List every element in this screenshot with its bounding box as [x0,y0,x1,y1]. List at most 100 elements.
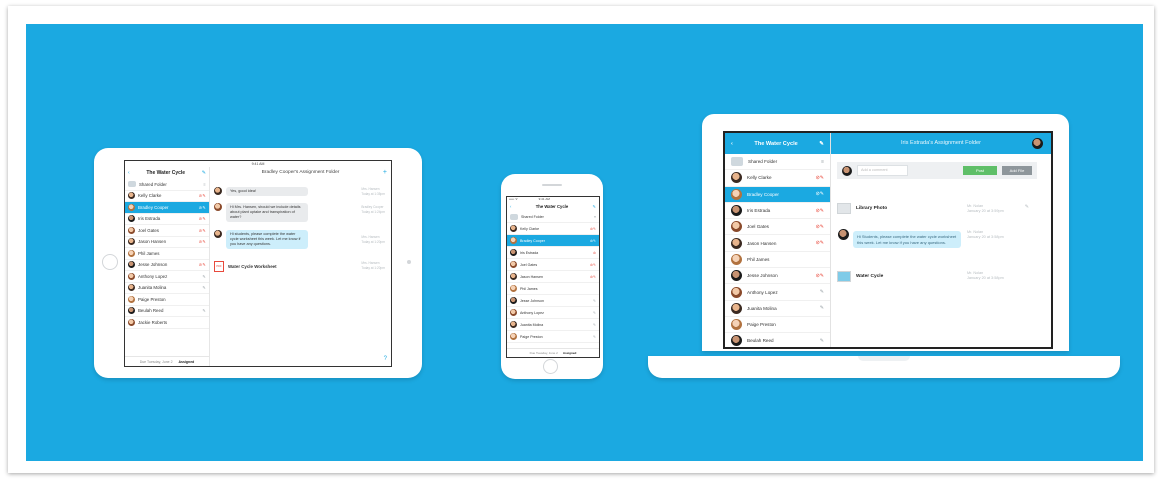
status-icons: ⊘✎ [815,272,824,279]
signal-icon: ••••• ᯤ [509,197,518,201]
avatar [510,249,517,256]
student-list-item[interactable]: Anthony Lopez ✎ [725,284,830,301]
avatar [731,335,742,347]
avatar [128,203,135,211]
avatar [510,237,517,244]
shared-folder-item[interactable]: Shared Folder ≡ [725,154,830,171]
avatar [510,333,517,340]
student-list-item[interactable]: Jason Hansen ⊘✎ [725,235,830,252]
student-list-item[interactable]: Iris Estrada ⊘✎ [725,203,830,220]
help-icon[interactable]: ? [384,356,387,362]
shared-folder-item[interactable]: Shared Folder ≡ [507,211,599,223]
add-file-button[interactable]: Add File [1002,166,1032,175]
student-list-item[interactable]: Paige Preston [125,294,209,306]
student-list-item[interactable]: Joel Gates ⊘✎ [507,259,599,271]
ipad-folder-heading: Bradley Cooper's Assignment Folder + [210,167,391,179]
student-list-item[interactable]: Juanita Molina ✎ [725,301,830,317]
library-photo-item[interactable]: Library Photo [837,203,887,214]
status-icons: ⊘✎ [815,207,824,214]
comment-input[interactable]: Add a comment [857,165,908,176]
student-list-item[interactable]: Anthony Lopez ✎ [507,307,599,319]
student-list-item[interactable]: Joel Gates ⊘✎ [125,225,209,237]
water-cycle-meta: Mr. Nolan January 20 at 3:58pm [967,271,1004,280]
student-list-item[interactable]: Jesse Johnson ⊘✎ [125,260,209,271]
student-list-item[interactable]: Juanita Molina ✎ [125,283,209,294]
message-bubble: Hi Students, please complete the water c… [853,231,961,249]
student-list-item[interactable]: Jason Hansen ⊘✎ [507,271,599,283]
avatar [510,285,517,292]
student-list-item[interactable]: Jackie Roberts [125,317,209,329]
pdf-icon: PDF [214,261,224,272]
avatar [731,270,742,282]
pencil-icon[interactable]: ✎ [202,170,206,176]
iphone-list-header: ‹ The Water Cycle ✎ [507,202,599,211]
laptop-list-header: ‹ The Water Cycle ✎ [725,133,830,154]
pencil-icon[interactable]: ✎ [819,141,824,147]
avatar [731,221,742,233]
student-list-item[interactable]: Joel Gates ⊘✎ [725,219,830,236]
avatar [214,203,222,211]
back-icon[interactable]: ‹ [510,204,511,209]
ipad-assignment-folder: Bradley Cooper's Assignment Folder + Yes… [210,167,391,366]
student-list-item[interactable]: Anthony Lopez ✎ [125,271,209,283]
student-list-item[interactable]: Phil James [125,248,209,260]
student-name: Joel Gates [520,262,538,267]
status-icons: ⊘✎ [589,238,596,243]
student-list-item[interactable]: Jason Hansen ⊘✎ [125,237,209,248]
ipad-camera [407,260,411,264]
avatar [731,188,742,200]
avatar [842,165,852,176]
student-list-item[interactable]: Kelly Clarke ⊘✎ [507,223,599,235]
student-list-item[interactable]: Kelly Clarke ⊘✎ [725,170,830,187]
student-name: Shared Folder [748,159,778,165]
post-button[interactable]: Post [963,166,997,175]
student-name: Anthony Lopez [138,273,168,279]
student-list-item[interactable]: Phil James [507,283,599,295]
ipad-list-footer: Due Tuesday, June 2 Assigned [125,356,209,366]
student-list-item[interactable]: Beulah Reed ✎ [725,333,830,347]
ipad-home-button [102,254,118,270]
status-icons: ✎ [819,289,824,296]
student-list-item[interactable]: Iris Estrada ⊘ [507,247,599,259]
student-list-item[interactable]: Iris Estrada ⊘✎ [125,214,209,225]
student-name: Phil James [520,286,538,291]
student-list-item[interactable]: Bradley Cooper ⊘✎ [725,186,830,203]
status-icons: ≡ [821,158,824,165]
student-list-item[interactable]: Paige Preston [725,317,830,334]
folder-icon [510,213,518,220]
avatar [731,302,742,314]
student-name: Jason Hansen [520,274,543,279]
message-meta: Bradley Cooper Today at 1:24pm [361,205,385,214]
back-icon[interactable]: ‹ [731,141,733,147]
student-name: Shared Folder [139,181,167,187]
pencil-icon[interactable]: ✎ [592,204,596,209]
avatar [128,318,135,326]
laptop-notch [858,356,910,361]
student-list-item[interactable]: Paige Preston ✎ [507,331,599,343]
add-icon[interactable]: + [383,167,387,179]
status-icons: ✎ [592,298,596,303]
status-icons: ✎ [592,334,596,339]
edit-pencil-icon[interactable]: ✎ [1025,204,1029,210]
avatar [731,286,742,298]
student-list-item[interactable]: Beulah Reed ✎ [125,306,209,317]
avatar [510,297,517,304]
student-list-item[interactable]: Jesse Johnson ⊘✎ [725,268,830,285]
iphone-home-button [543,359,558,374]
student-list-item[interactable]: Phil James [725,252,830,269]
avatar [128,249,135,257]
back-icon[interactable]: ‹ [128,170,130,176]
student-name: Iris Estrada [520,250,539,255]
student-name: Kelly Clarke [747,175,772,181]
student-list-item[interactable]: Bradley Cooper ⊘✎ [507,235,599,247]
student-list-item[interactable]: Jesse Johnson ✎ [507,295,599,307]
student-list-item[interactable]: Juanita Molina ✎ [507,319,599,331]
avatar [214,187,222,195]
photo-thumbnail-icon [837,203,851,214]
water-cycle-item[interactable]: Water Cycle [837,271,883,282]
shared-folder-item[interactable]: Shared Folder ≡ [125,179,209,191]
student-list-item[interactable]: Bradley Cooper ⊘✎ [125,202,209,214]
student-name: Juanita Molina [138,285,167,291]
student-list-item[interactable]: Kelly Clarke ⊘✎ [125,191,209,202]
worksheet-item[interactable]: PDF Water Cycle Worksheet [214,261,277,272]
